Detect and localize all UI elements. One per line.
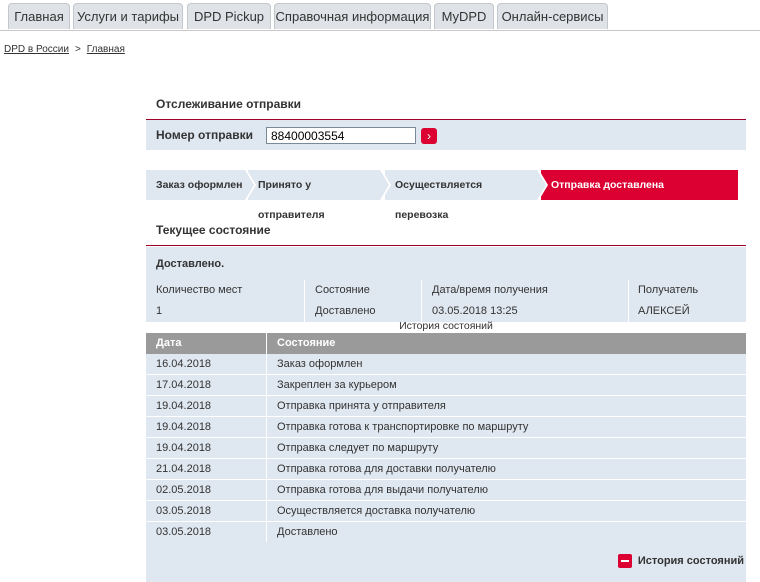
tab-online-services[interactable]: Онлайн-сервисы	[497, 3, 608, 29]
row-state: Закреплен за курьером	[277, 379, 397, 391]
tab-home[interactable]: Главная	[8, 3, 70, 29]
history-toggle-label: История состояний	[637, 554, 744, 567]
step-delivered: Отправка доставлена	[541, 170, 738, 200]
step-accepted: Принято у отправителя	[248, 170, 391, 221]
tab-reference[interactable]: Справочная информация	[274, 3, 431, 29]
breadcrumb: DPD в России > Главная	[4, 44, 125, 55]
row-state: Отправка готова для выдачи получателю	[277, 484, 488, 496]
breadcrumb-separator: >	[74, 44, 81, 55]
step-order-created: Заказ оформлен	[146, 170, 256, 200]
status-info-values: 1 Доставлено 03.05.2018 13:25 АЛЕКСЕЙ	[146, 301, 746, 322]
row-state: Отправка готова к транспортировке по мар…	[277, 421, 529, 433]
tracking-number-bar: Номер отправки ›	[146, 120, 746, 150]
count-value: 1	[156, 305, 163, 317]
row-date: 19.04.2018	[156, 442, 212, 454]
table-row: 19.04.2018 Отправка готова к транспортиро…	[146, 417, 746, 438]
table-row: 17.04.2018 Закреплен за курьером	[146, 375, 746, 396]
breadcrumb-current-link[interactable]: Главная	[87, 44, 125, 55]
row-state: Доставлено	[277, 526, 338, 538]
datetime-value: 03.05.2018 13:25	[432, 305, 518, 317]
status-box: Доставлено.	[146, 247, 746, 280]
row-date: 02.05.2018	[156, 484, 212, 496]
step-label: Осуществляется перевозка	[395, 179, 483, 221]
step-label: Заказ оформлен	[156, 179, 243, 191]
table-row: 02.05.2018 Отправка готова для выдачи пол…	[146, 480, 746, 501]
step-label: Принято у отправителя	[258, 179, 325, 221]
tracking-number-input[interactable]	[266, 127, 416, 144]
date-header: Дата	[156, 337, 182, 349]
state-header: Состояние	[315, 284, 370, 296]
row-date: 19.04.2018	[156, 400, 212, 412]
tracking-number-label: Номер отправки	[156, 128, 253, 142]
datetime-header: Дата/время получения	[432, 284, 548, 296]
row-date: 03.05.2018	[156, 526, 212, 538]
row-state: Отправка готова для доставки получателю	[277, 463, 496, 475]
status-info-header: Количество мест Состояние Дата/время пол…	[146, 280, 746, 301]
table-row: 19.04.2018 Отправка принята у отправителя	[146, 396, 746, 417]
step-label: Отправка доставлена	[551, 179, 665, 191]
breadcrumb-root-link[interactable]: DPD в России	[4, 44, 69, 55]
history-toggle-button[interactable]: История состояний	[617, 554, 744, 568]
history-caption: История состояний	[399, 320, 493, 332]
recipient-value: АЛЕКСЕЙ	[638, 305, 690, 317]
row-date: 17.04.2018	[156, 379, 212, 391]
table-row: 16.04.2018 Заказ оформлен	[146, 354, 746, 375]
row-state: Отправка принята у отправителя	[277, 400, 446, 412]
main-nav-tabs: Главная Услуги и тарифы DPD Pickup Справ…	[0, 0, 760, 31]
table-row: 19.04.2018 Отправка следует по маршруту	[146, 438, 746, 459]
state-value: Доставлено	[315, 305, 376, 317]
table-row: 03.05.2018 Доставлено	[146, 522, 746, 543]
row-state: Заказ оформлен	[277, 358, 363, 370]
current-status-title: Текущее состояние	[146, 223, 746, 246]
status-text: Доставлено.	[156, 258, 225, 270]
state-header: Состояние	[277, 337, 336, 349]
recipient-header: Получатель	[638, 284, 699, 296]
table-row: 03.05.2018 Осуществляется доставка получа…	[146, 501, 746, 522]
row-date: 03.05.2018	[156, 505, 212, 517]
progress-steps: Заказ оформлен Принято у отправителя Осу…	[146, 170, 738, 221]
tab-pickup[interactable]: DPD Pickup	[187, 3, 271, 29]
row-date: 21.04.2018	[156, 463, 212, 475]
count-header: Количество мест	[156, 284, 243, 296]
row-state: Осуществляется доставка получателю	[277, 505, 476, 517]
tracking-title: Отслеживание отправки	[146, 97, 746, 120]
row-date: 19.04.2018	[156, 421, 212, 433]
history-header: Дата Состояние	[146, 333, 746, 354]
row-date: 16.04.2018	[156, 358, 212, 370]
tab-services[interactable]: Услуги и тарифы	[73, 3, 183, 29]
step-in-transit: Осуществляется перевозка	[385, 170, 548, 221]
table-row: 21.04.2018 Отправка готова для доставки п…	[146, 459, 746, 480]
row-state: Отправка следует по маршруту	[277, 442, 439, 454]
minus-icon	[617, 554, 632, 568]
tab-mydpd[interactable]: MyDPD	[434, 3, 494, 29]
chevron-right-icon[interactable]: ›	[421, 128, 437, 144]
history-footer: История состояний	[146, 542, 746, 582]
